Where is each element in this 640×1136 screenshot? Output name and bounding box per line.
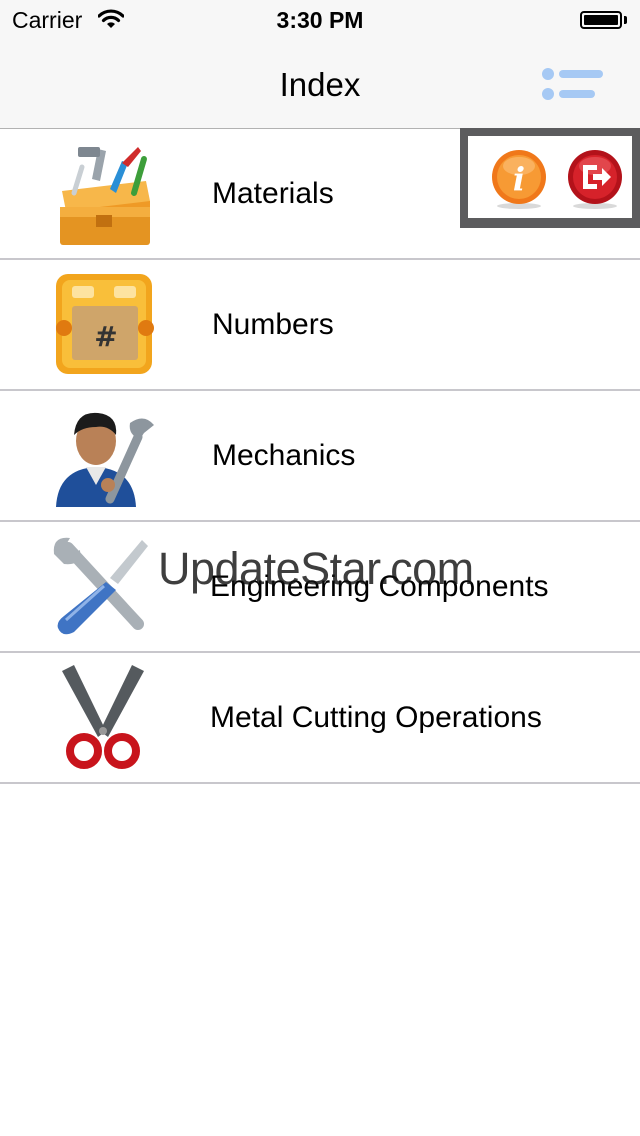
list-item-numbers[interactable]: # Numbers — [0, 260, 640, 391]
list-item-label: Materials — [212, 176, 334, 210]
toolbox-icon — [60, 147, 150, 245]
list-item-label: Mechanics — [212, 438, 356, 472]
svg-text:i: i — [513, 160, 525, 198]
svg-text:#: # — [94, 320, 117, 353]
status-bar: Carrier 3:30 PM — [0, 0, 640, 40]
list-item-metal-cutting-operations[interactable]: Metal Cutting Operations — [0, 653, 640, 784]
list-item-label: Metal Cutting Operations — [210, 700, 542, 734]
battery-icon — [580, 11, 622, 29]
popup-menu: i — [460, 128, 640, 228]
battery-cap — [624, 16, 627, 24]
mechanic-person-icon — [56, 412, 154, 507]
wrench-screwdriver-icon — [53, 537, 148, 635]
status-time: 3:30 PM — [276, 7, 364, 33]
navigation-bar: Index — [0, 40, 640, 129]
list-item-mechanics[interactable]: Mechanics — [0, 391, 640, 522]
watermark-text: UpdateStar.com — [158, 543, 474, 594]
info-icon[interactable]: i — [488, 148, 550, 210]
menu-list-icon[interactable] — [536, 66, 608, 106]
scissors-icon — [62, 665, 144, 769]
list-item-label: Numbers — [212, 307, 334, 341]
number-sign-icon: # — [56, 274, 154, 374]
exit-icon[interactable] — [564, 148, 626, 210]
popup-menu-panel: i — [468, 136, 632, 218]
